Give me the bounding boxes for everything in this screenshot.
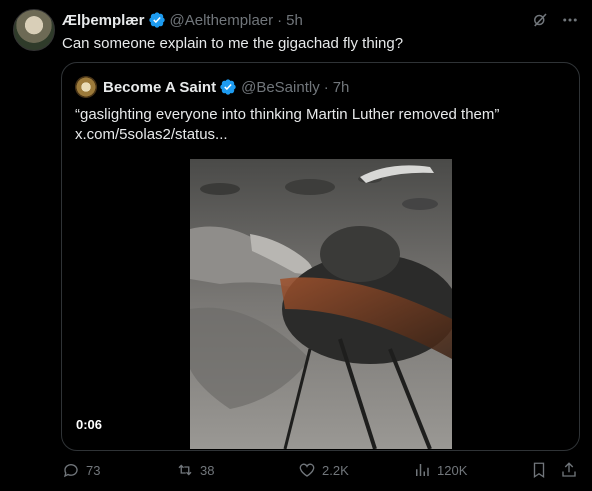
like-button[interactable]: 2.2K	[298, 461, 349, 479]
action-bar: 73 38 2.2K 120K	[62, 461, 578, 483]
quoted-author-handle[interactable]: @BeSaintly	[241, 79, 320, 96]
quoted-header: Become A Saint @BeSaintly · 7h	[75, 76, 349, 98]
repost-button[interactable]: 38	[176, 461, 214, 479]
grok-icon[interactable]	[530, 10, 550, 30]
author-name[interactable]: Ælþemplær	[62, 12, 145, 29]
verified-badge-icon[interactable]	[148, 11, 166, 29]
quoted-text-line: “gaslighting everyone into thinking Mart…	[75, 106, 500, 123]
like-count: 2.2K	[322, 462, 349, 478]
quoted-author-name[interactable]: Become A Saint	[103, 79, 216, 96]
separator-dot: ·	[323, 78, 329, 96]
separator-dot: ·	[277, 11, 283, 29]
verified-badge-icon[interactable]	[219, 78, 237, 96]
views-count: 120K	[437, 462, 468, 478]
more-icon[interactable]	[560, 10, 580, 30]
bookmark-icon	[533, 462, 545, 479]
heart-icon	[299, 463, 315, 477]
reply-count: 73	[86, 462, 101, 478]
quoted-text: “gaslighting everyone into thinking Mart…	[75, 105, 565, 145]
quoted-link[interactable]: x.com/5solas2/status...	[75, 125, 565, 145]
video-duration: 0:06	[76, 417, 103, 432]
share-icon	[562, 462, 576, 477]
video-frame	[190, 159, 452, 449]
post-text: Can someone explain to me the gigachad f…	[62, 35, 404, 52]
reply-icon	[63, 464, 78, 478]
repost-count: 38	[200, 462, 215, 478]
quoted-time[interactable]: 7h	[333, 79, 350, 96]
post-header: Ælþemplær @Aelthemplaer · 5h	[62, 10, 580, 30]
author-avatar[interactable]	[13, 9, 55, 51]
author-handle[interactable]: @Aelthemplaer	[170, 12, 274, 29]
views-icon	[416, 464, 429, 476]
views-button[interactable]: 120K	[413, 461, 467, 479]
quoted-author-avatar[interactable]	[75, 76, 97, 98]
quoted-post[interactable]: Become A Saint @BeSaintly · 7h “gaslight…	[61, 62, 580, 451]
reply-button[interactable]: 73	[62, 461, 100, 479]
post-time[interactable]: 5h	[286, 12, 303, 29]
video-player[interactable]	[190, 159, 452, 449]
bookmark-button[interactable]	[530, 461, 548, 479]
repost-icon	[178, 464, 192, 476]
share-button[interactable]	[560, 461, 578, 479]
